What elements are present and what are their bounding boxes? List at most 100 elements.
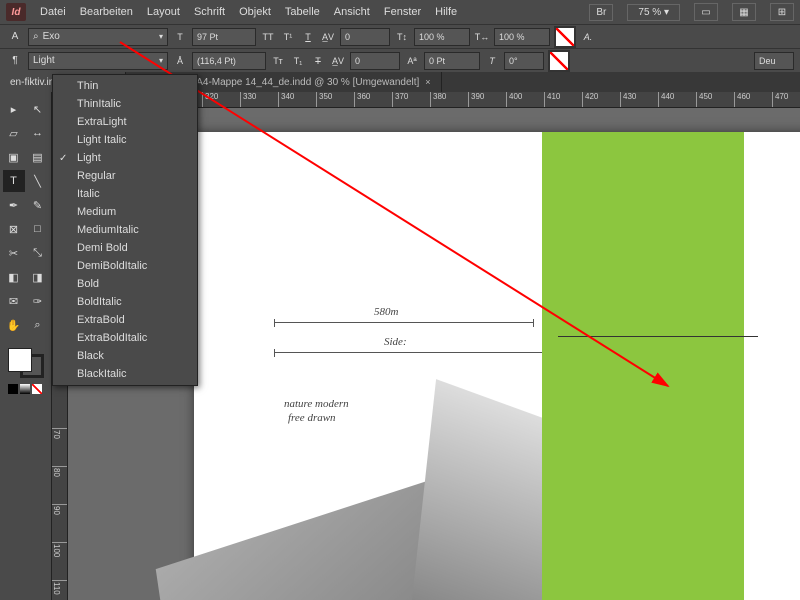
small-caps-icon[interactable]: Tᴛ <box>270 53 286 69</box>
tool-gap[interactable]: ↔ <box>27 122 49 144</box>
tool-zoom[interactable]: ⌕ <box>27 314 49 336</box>
font-size-input[interactable]: 97 Pt <box>192 28 256 46</box>
underline-icon[interactable]: T <box>300 29 316 45</box>
tool-scissors[interactable]: ✂ <box>3 242 25 264</box>
tool-gradient-swatch[interactable]: ◧ <box>3 266 25 288</box>
font-style-option[interactable]: Regular <box>53 167 197 185</box>
tool-content-placer[interactable]: ▤ <box>27 146 49 168</box>
menu-layout[interactable]: Layout <box>147 6 180 18</box>
ruler-tick: 320 <box>202 92 218 108</box>
charstyle-icon[interactable]: A. <box>580 29 596 45</box>
menu-fenster[interactable]: Fenster <box>384 6 421 18</box>
arrange-docs-icon[interactable]: ⊞ <box>770 3 794 21</box>
font-style-option[interactable]: Light✓ <box>53 149 197 167</box>
font-family-combo[interactable]: ⌕ Exo ▾ <box>28 28 168 46</box>
tool-type[interactable]: T <box>3 170 25 192</box>
skew-input[interactable]: 0° <box>504 52 544 70</box>
font-style-combo[interactable]: Light ▾ <box>28 52 168 70</box>
skew-icon: T <box>484 53 500 69</box>
tool-rectangle[interactable]: □ <box>27 218 49 240</box>
font-style-option[interactable]: Black <box>53 347 197 365</box>
menu-ansicht[interactable]: Ansicht <box>334 6 370 18</box>
font-style-option[interactable]: DemiBoldItalic <box>53 257 197 275</box>
font-style-value: Light <box>33 55 155 66</box>
sketch-label: Side: <box>384 336 407 348</box>
stroke-swatch-none[interactable] <box>548 50 570 72</box>
tool-line[interactable]: ╲ <box>27 170 49 192</box>
font-size-icon: T <box>172 29 188 45</box>
menu-tabelle[interactable]: Tabelle <box>285 6 320 18</box>
menu-datei[interactable]: Datei <box>40 6 66 18</box>
vscale-icon: T↕ <box>394 29 410 45</box>
screen-mode-icon[interactable]: ▭ <box>694 3 718 21</box>
apply-color-icon[interactable] <box>8 384 18 394</box>
baseline-input[interactable]: 0 Pt <box>424 52 480 70</box>
font-style-option[interactable]: ThinItalic <box>53 95 197 113</box>
toolbox-panel: ▸↖ ▱↔ ▣▤ T╲ ✒✎ ⊠□ ✂⤡ ◧◨ ✉✑ ✋⌕ <box>0 92 52 600</box>
thin-rule-line <box>558 336 758 337</box>
tool-hand[interactable]: ✋ <box>3 314 25 336</box>
hscale-input[interactable]: 100 % <box>494 28 550 46</box>
fill-swatch-none[interactable] <box>554 26 576 48</box>
menu-hilfe[interactable]: Hilfe <box>435 6 457 18</box>
font-style-option[interactable]: Bold <box>53 275 197 293</box>
tool-eyedropper[interactable]: ✑ <box>27 290 49 312</box>
tool-gradient-feather[interactable]: ◨ <box>27 266 49 288</box>
font-style-option[interactable]: Demi Bold <box>53 239 197 257</box>
check-icon: ✓ <box>59 153 67 164</box>
ruler-tick: 330 <box>240 92 256 108</box>
tool-pencil[interactable]: ✎ <box>27 194 49 216</box>
all-caps-icon[interactable]: TT <box>260 29 276 45</box>
font-style-option[interactable]: Thin <box>53 77 197 95</box>
font-style-option[interactable]: BoldItalic <box>53 293 197 311</box>
apply-gradient-icon[interactable] <box>20 384 30 394</box>
ruler-tick: 80 <box>52 466 68 477</box>
tool-selection[interactable]: ▸ <box>3 98 25 120</box>
font-style-option[interactable]: ExtraLight <box>53 113 197 131</box>
font-style-dropdown[interactable]: ThinThinItalicExtraLightLight ItalicLigh… <box>52 74 198 386</box>
tracking-input[interactable]: 0 <box>350 52 400 70</box>
tool-direct-selection[interactable]: ↖ <box>27 98 49 120</box>
paragraph-formatting-icon[interactable]: ¶ <box>6 53 24 69</box>
apply-none-icon[interactable] <box>32 384 42 394</box>
font-style-option[interactable]: MediumItalic <box>53 221 197 239</box>
tool-content-collector[interactable]: ▣ <box>3 146 25 168</box>
leading-input[interactable]: (116,4 Pt) <box>192 52 266 70</box>
font-style-option[interactable]: Medium <box>53 203 197 221</box>
sketch-label: free drawn <box>288 412 336 424</box>
kerning-input[interactable]: 0 <box>340 28 390 46</box>
bridge-button[interactable]: Br <box>589 4 613 21</box>
close-icon[interactable]: × <box>425 77 430 87</box>
font-style-option[interactable]: Italic <box>53 185 197 203</box>
ruler-tick: 450 <box>696 92 712 108</box>
view-options-icon[interactable]: ▦ <box>732 3 756 21</box>
superscript-icon[interactable]: T¹ <box>280 29 296 45</box>
strikethrough-icon[interactable]: T <box>310 53 326 69</box>
tool-note[interactable]: ✉ <box>3 290 25 312</box>
page: 580m Side: nature modern free drawn LEBE… <box>194 132 800 600</box>
ruler-tick: 430 <box>620 92 636 108</box>
character-formatting-icon[interactable]: A <box>6 29 24 45</box>
menu-schrift[interactable]: Schrift <box>194 6 225 18</box>
baseline-icon: Aª <box>404 53 420 69</box>
tool-free-transform[interactable]: ⤡ <box>27 242 49 264</box>
menu-bearbeiten[interactable]: Bearbeiten <box>80 6 133 18</box>
subscript-icon[interactable]: T₁ <box>290 53 306 69</box>
tool-rectangle-frame[interactable]: ⊠ <box>3 218 25 240</box>
ruler-tick: 350 <box>316 92 332 108</box>
tool-page[interactable]: ▱ <box>3 122 25 144</box>
ruler-tick: 390 <box>468 92 484 108</box>
font-style-option[interactable]: ExtraBold <box>53 311 197 329</box>
language-input[interactable]: Deu <box>754 52 794 70</box>
font-style-option[interactable]: ExtraBoldItalic <box>53 329 197 347</box>
sketch-label: 580m <box>374 306 398 318</box>
ruler-tick: 70 <box>52 428 68 439</box>
green-bar-main: LEBEN <box>550 132 744 600</box>
vscale-input[interactable]: 100 % <box>414 28 470 46</box>
tool-pen[interactable]: ✒ <box>3 194 25 216</box>
menu-objekt[interactable]: Objekt <box>239 6 271 18</box>
fill-stroke-swatch[interactable] <box>8 348 44 378</box>
font-style-option[interactable]: BlackItalic <box>53 365 197 383</box>
zoom-dropdown[interactable]: 75 % ▾ <box>627 4 680 21</box>
font-style-option[interactable]: Light Italic <box>53 131 197 149</box>
